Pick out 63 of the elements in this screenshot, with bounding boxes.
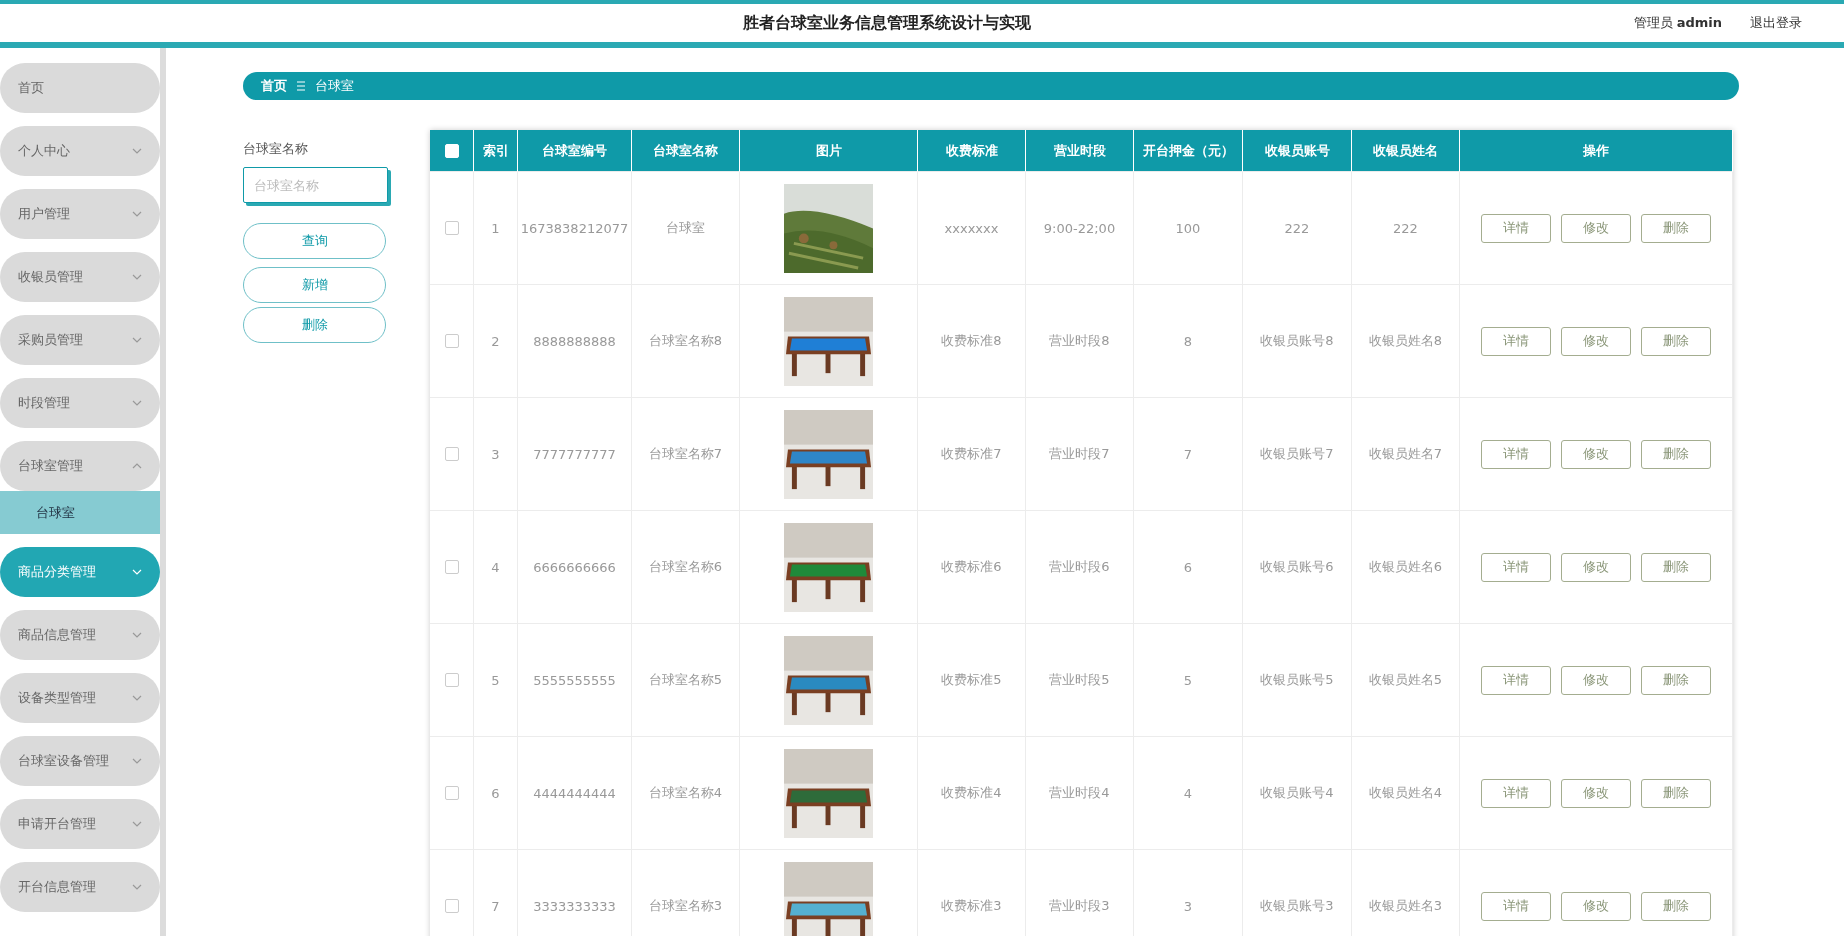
action-button[interactable]: 详情 [1481, 665, 1551, 695]
action-button[interactable]: 详情 [1481, 326, 1551, 356]
row-checkbox[interactable] [444, 447, 459, 461]
breadcrumb-link[interactable]: 台球室 [315, 77, 354, 95]
row-checkbox[interactable] [444, 560, 459, 574]
action-button[interactable]: 删除 [1641, 891, 1711, 921]
table-cell: 收银员账号3 [1243, 850, 1352, 936]
sidebar-item[interactable]: 开台信息管理 [0, 862, 160, 912]
action-button[interactable]: 详情 [1481, 213, 1551, 243]
menu-icon [297, 81, 305, 91]
form-button[interactable]: 删除 [243, 307, 386, 343]
table-cell: 3 [1134, 850, 1243, 936]
sidebar-item[interactable]: 商品信息管理 [0, 610, 160, 660]
row-checkbox[interactable] [444, 899, 459, 913]
action-button[interactable]: 详情 [1481, 439, 1551, 469]
system-title: 胜者台球室业务信息管理系统设计与实现 [741, 12, 1032, 34]
table-cell: 台球室名称3 [632, 850, 740, 936]
action-button[interactable]: 修改 [1561, 891, 1631, 921]
action-button[interactable]: 删除 [1641, 326, 1711, 356]
sidebar-item[interactable]: 申请开台管理 [0, 799, 160, 849]
name-input[interactable]: 台球室名称 [243, 167, 388, 203]
action-button[interactable]: 删除 [1641, 778, 1711, 808]
action-button[interactable]: 修改 [1561, 778, 1631, 808]
table-cell: 3333333333 [518, 850, 632, 936]
user-name: 管理员 admin [1633, 14, 1722, 32]
sidebar-item[interactable]: 首页 [0, 63, 160, 113]
action-button[interactable]: 修改 [1561, 326, 1631, 356]
sidebar-item[interactable]: 台球室设备管理 [0, 736, 160, 786]
action-button[interactable]: 详情 [1481, 778, 1551, 808]
breadcrumb-link[interactable]: 首页 [261, 77, 287, 95]
sidebar-item[interactable]: 台球室管理 [0, 441, 160, 491]
select-all-checkbox[interactable] [444, 143, 459, 158]
row-checkbox[interactable] [444, 673, 459, 687]
action-button[interactable]: 修改 [1561, 439, 1631, 469]
action-button[interactable]: 详情 [1481, 552, 1551, 582]
table-cell: 收费标准3 [918, 850, 1026, 936]
sidebar-item[interactable]: 用户管理 [0, 189, 160, 239]
action-button[interactable]: 修改 [1561, 665, 1631, 695]
row-checkbox[interactable] [444, 786, 459, 800]
action-button[interactable]: 删除 [1641, 213, 1711, 243]
row-checkbox[interactable] [444, 334, 459, 348]
action-button[interactable]: 修改 [1561, 552, 1631, 582]
sidebar-item[interactable]: 个人中心 [0, 126, 160, 176]
logout-link[interactable]: 退出登录 [1750, 14, 1802, 32]
table-cell: 营业时段3 [1026, 850, 1134, 936]
sidebar-item[interactable]: 设备类型管理 [0, 673, 160, 723]
form-button[interactable]: 新增 [243, 267, 386, 303]
form-button[interactable]: 查询 [243, 223, 386, 259]
action-button[interactable]: 删除 [1641, 439, 1711, 469]
action-button[interactable]: 删除 [1641, 552, 1711, 582]
sidebar-item[interactable]: 商品分类管理 [0, 547, 160, 597]
row-checkbox[interactable] [444, 221, 459, 235]
field-label: 台球室名称 [243, 140, 309, 158]
table-cell: 收银员姓名3 [1352, 850, 1460, 936]
scrollbar[interactable] [160, 48, 166, 936]
action-button[interactable]: 删除 [1641, 665, 1711, 695]
sidebar-subitem[interactable]: 台球室 [0, 491, 160, 534]
table-cell: 7 [474, 850, 518, 936]
sidebar-item[interactable]: 采购员管理 [0, 315, 160, 365]
action-button[interactable]: 修改 [1561, 213, 1631, 243]
sidebar-item[interactable]: 时段管理 [0, 378, 160, 428]
sidebar-item[interactable]: 收银员管理 [0, 252, 160, 302]
action-button[interactable]: 详情 [1481, 891, 1551, 921]
